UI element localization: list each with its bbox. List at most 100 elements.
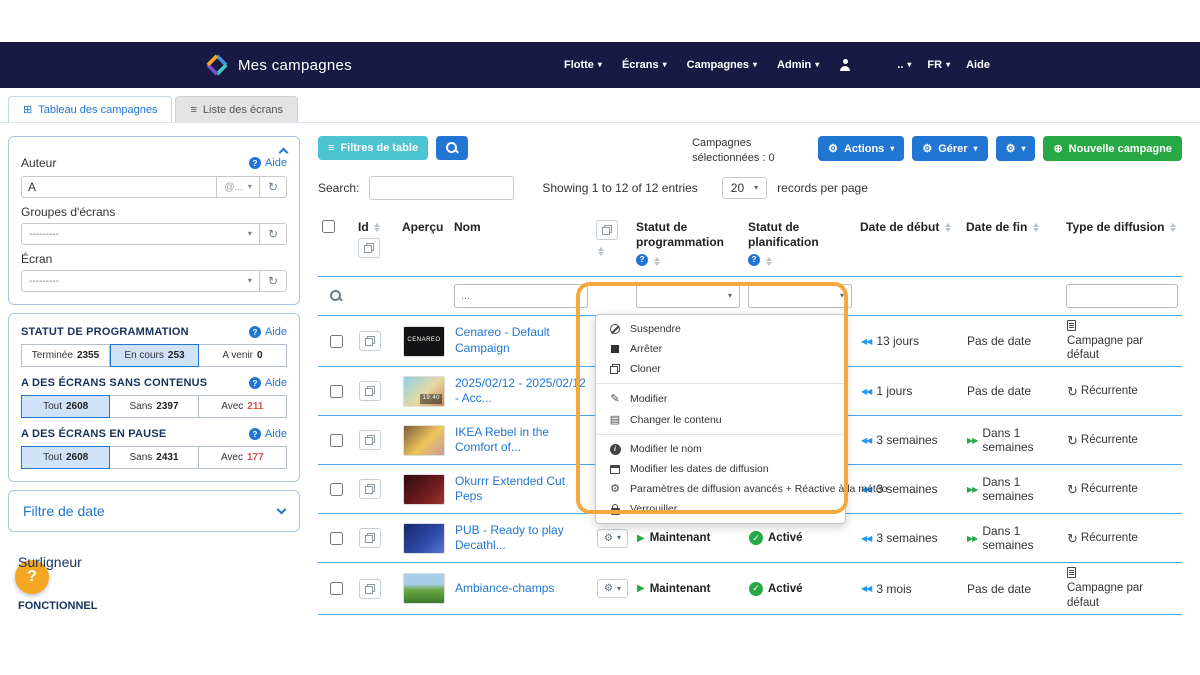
gear-icon: ⚙: [1006, 142, 1016, 155]
copy-id-button[interactable]: [359, 381, 381, 401]
filter-avec-contenus-button[interactable]: Avec211: [199, 395, 287, 418]
nav-ecrans[interactable]: Écrans▾: [622, 59, 667, 71]
screen-select[interactable]: ---------▾: [21, 270, 260, 292]
no-content-group: Tout2608 Sans2397 Avec211: [21, 395, 287, 418]
search-toggle-button[interactable]: [436, 136, 468, 160]
copy-id-button[interactable]: [359, 579, 381, 599]
selected-campaigns-count: Campagnes sélectionnées : 0: [692, 136, 810, 166]
campaign-name-link[interactable]: 2025/02/12 - 2025/02/12 - Acc...: [455, 376, 587, 407]
filter-tout-pause-button[interactable]: Tout2608: [21, 446, 110, 469]
planning-status-column-header[interactable]: Statut de planification: [748, 220, 852, 250]
filter-sans-contenus-button[interactable]: Sans2397: [110, 395, 198, 418]
list-icon: ≡: [190, 104, 196, 116]
nav-account[interactable]: ..▾: [897, 59, 911, 71]
programming-status-help[interactable]: ?Aide: [249, 326, 287, 338]
menu-item-edit[interactable]: ✎Modifier: [596, 388, 845, 409]
copy-ids-button[interactable]: [358, 238, 380, 258]
campaign-thumbnail[interactable]: 19:40: [403, 376, 445, 407]
row-actions-button[interactable]: ⚙▾: [597, 579, 628, 598]
author-suffix-select[interactable]: @...▾: [217, 176, 260, 198]
menu-item-advanced-settings[interactable]: ⚙Paramètres de diffusion avancés + Réact…: [596, 479, 845, 499]
settings-dropdown-button[interactable]: ⚙ ▾: [996, 136, 1036, 161]
screen-groups-select[interactable]: ---------▾: [21, 223, 260, 245]
manage-dropdown-button[interactable]: ⚙ Gérer ▾: [912, 136, 987, 161]
end-date-column-header[interactable]: Date de fin: [966, 220, 1027, 235]
name-filter-input[interactable]: [454, 284, 588, 308]
paused-screens-group: Tout2608 Sans2431 Avec177: [21, 446, 287, 469]
no-content-help[interactable]: ?Aide: [249, 377, 287, 389]
copy-id-button[interactable]: [359, 479, 381, 499]
menu-item-stop[interactable]: Arrêter: [596, 339, 845, 359]
table-filters-button[interactable]: ≡ Filtres de table: [318, 136, 428, 160]
nom-column-header[interactable]: Nom: [454, 220, 481, 235]
nav-user-button[interactable]: [839, 59, 851, 71]
select-all-checkbox[interactable]: [322, 220, 335, 233]
filter-tout-contenus-button[interactable]: Tout2608: [21, 395, 110, 418]
campaign-thumbnail[interactable]: [403, 523, 445, 554]
date-filter-card[interactable]: Filtre de date: [8, 490, 300, 532]
planning-status-filter-select[interactable]: ▾: [748, 284, 852, 308]
new-campaign-button[interactable]: ⊕ Nouvelle campagne: [1043, 136, 1182, 161]
start-date-column-header[interactable]: Date de début: [860, 220, 939, 235]
nav-admin[interactable]: Admin▾: [777, 59, 819, 71]
nav-language[interactable]: FR▾: [927, 59, 950, 71]
author-input[interactable]: [21, 176, 217, 198]
brand-title: Mes campagnes: [238, 57, 352, 74]
id-column-header[interactable]: Id: [358, 220, 369, 235]
copy-names-button[interactable]: [596, 220, 618, 240]
filter-terminee-button[interactable]: Terminée2355: [21, 344, 110, 367]
copy-id-button[interactable]: [359, 430, 381, 450]
tab-campaigns-table[interactable]: ⊞ Tableau des campagnes: [8, 96, 172, 122]
campaign-name-link[interactable]: IKEA Rebel in the Comfort of...: [455, 425, 587, 456]
menu-item-lock[interactable]: Verrouiller: [596, 499, 845, 519]
programming-status-column-header[interactable]: Statut de programmation: [636, 220, 740, 250]
paused-screens-help[interactable]: ?Aide: [249, 428, 287, 440]
menu-item-rename[interactable]: iModifier le nom: [596, 439, 845, 459]
author-refresh-button[interactable]: ↻: [260, 176, 287, 198]
table-row: RSS_Le Monde ⚙▾ ▶Maintenant ✓Activé ◀◀6 …: [318, 614, 1182, 620]
copy-id-button[interactable]: [359, 528, 381, 548]
campaign-thumbnail[interactable]: [403, 474, 445, 505]
question-icon[interactable]: ?: [636, 254, 648, 266]
nav-aide[interactable]: Aide: [966, 59, 990, 71]
campaign-thumbnail[interactable]: CENAREO: [403, 326, 445, 357]
question-icon[interactable]: ?: [748, 254, 760, 266]
author-help-link[interactable]: ?Aide: [249, 157, 287, 169]
screen-groups-refresh-button[interactable]: ↻: [260, 223, 287, 245]
chevron-down-icon: ▾: [617, 534, 621, 542]
menu-item-change-content[interactable]: ▤Changer le contenu: [596, 409, 845, 430]
menu-item-suspend[interactable]: Suspendre: [596, 319, 845, 339]
page-size-select[interactable]: 20▾: [722, 177, 767, 199]
row-checkbox[interactable]: [330, 434, 343, 447]
copy-icon: [364, 243, 374, 253]
campaign-thumbnail[interactable]: [403, 573, 445, 604]
filter-sans-pause-button[interactable]: Sans2431: [110, 446, 198, 469]
campaign-name-link[interactable]: Ambiance-champs: [455, 581, 554, 597]
filter-a-venir-button[interactable]: A venir0: [199, 344, 287, 367]
filter-en-cours-button[interactable]: En cours253: [110, 344, 199, 367]
filter-avec-pause-button[interactable]: Avec177: [199, 446, 287, 469]
campaign-thumbnail[interactable]: [403, 425, 445, 456]
diffusion-type-column-header[interactable]: Type de diffusion: [1066, 220, 1164, 235]
diffusion-type-filter-input[interactable]: [1066, 284, 1178, 308]
search-input[interactable]: [369, 176, 514, 200]
row-checkbox[interactable]: [330, 385, 343, 398]
row-checkbox[interactable]: [330, 335, 343, 348]
screen-refresh-button[interactable]: ↻: [260, 270, 287, 292]
row-checkbox[interactable]: [330, 532, 343, 545]
row-checkbox[interactable]: [330, 483, 343, 496]
row-checkbox[interactable]: [330, 582, 343, 595]
menu-item-edit-dates[interactable]: Modifier les dates de diffusion: [596, 459, 845, 479]
screen-label: Écran: [21, 252, 287, 266]
row-actions-button[interactable]: ⚙▾: [597, 529, 628, 548]
programming-status-filter-select[interactable]: ▾: [636, 284, 740, 308]
nav-flotte[interactable]: Flotte▾: [564, 59, 602, 71]
campaign-name-link[interactable]: Cenareo - Default Campaign: [455, 325, 587, 356]
tab-screens-list[interactable]: ≡ Liste des écrans: [175, 96, 298, 122]
nav-campagnes[interactable]: Campagnes▾: [687, 59, 757, 71]
actions-dropdown-button[interactable]: ⚙ Actions ▾: [818, 136, 904, 161]
copy-id-button[interactable]: [359, 331, 381, 351]
campaign-name-link[interactable]: PUB - Ready to play Decathl...: [455, 523, 587, 554]
menu-item-clone[interactable]: Cloner: [596, 359, 845, 379]
campaign-name-link[interactable]: Okurrr Extended Cut Peps: [455, 474, 587, 505]
